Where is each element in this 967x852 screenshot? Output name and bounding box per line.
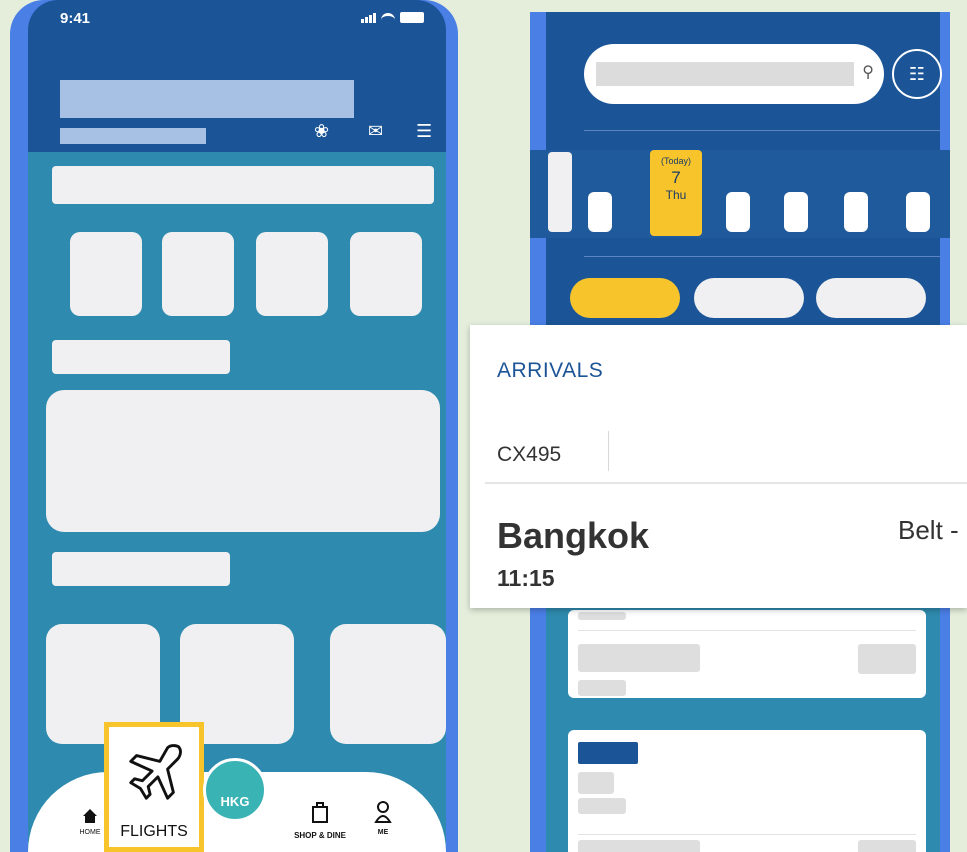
shortcut-tile[interactable] xyxy=(350,232,422,316)
card-status-placeholder xyxy=(858,840,916,852)
search-input-placeholder[interactable] xyxy=(596,62,854,86)
battery-icon xyxy=(400,12,424,23)
flight-number-separator xyxy=(608,431,609,471)
mail-icon[interactable]: ✉ xyxy=(368,122,383,140)
card-text-placeholder xyxy=(578,772,614,794)
nav-me[interactable]: ME xyxy=(366,800,400,836)
nav-flights-label: FLIGHTS xyxy=(120,823,188,840)
home-screen-phone: 9:41 ❀ ✉ ☰ HOME SHOP & DINE ME xyxy=(10,0,458,852)
today-label: (Today) xyxy=(660,156,691,166)
signal-icon xyxy=(361,13,376,23)
shortcut-tile[interactable] xyxy=(70,232,142,316)
date-strip-scroll-edge xyxy=(548,152,572,232)
flight-search-box[interactable]: ⚲ xyxy=(584,44,884,104)
tab-other[interactable] xyxy=(816,278,926,318)
shortcut-tile[interactable] xyxy=(256,232,328,316)
header-title-placeholder xyxy=(60,80,354,118)
card-text-placeholder xyxy=(578,680,626,696)
today-day: 7 xyxy=(671,168,681,187)
wifi-icon xyxy=(381,13,395,23)
card-text-placeholder xyxy=(578,644,700,672)
promo-card[interactable] xyxy=(330,624,446,744)
hkg-logo-label: HKG xyxy=(220,794,250,809)
card-text-placeholder xyxy=(578,612,626,620)
date-pill[interactable] xyxy=(844,192,868,232)
header-subtitle-placeholder xyxy=(60,128,206,144)
home-header: 9:41 ❀ ✉ ☰ xyxy=(28,0,446,152)
nav-shop-dine[interactable]: SHOP & DINE xyxy=(284,800,356,840)
arrival-time: 11:15 xyxy=(497,565,555,591)
section-heading-placeholder xyxy=(52,340,230,374)
date-strip: (Today) 7 Thu xyxy=(530,150,950,238)
date-divider xyxy=(584,256,940,257)
date-today[interactable]: (Today) 7 Thu xyxy=(650,150,702,236)
banner-card[interactable] xyxy=(46,390,440,532)
hkg-logo[interactable]: HKG xyxy=(203,758,267,822)
flight-card[interactable] xyxy=(568,610,926,698)
date-pill[interactable] xyxy=(726,192,750,232)
tag-icon[interactable]: ❀ xyxy=(314,122,329,140)
home-icon xyxy=(83,809,97,823)
card-status-placeholder xyxy=(858,644,916,674)
card-highlight-placeholder xyxy=(578,742,638,764)
flight-number: CX495 xyxy=(497,443,562,466)
tab-departures[interactable] xyxy=(694,278,804,318)
nav-flights-highlighted[interactable]: FLIGHTS xyxy=(104,722,204,852)
airplane-icon xyxy=(129,744,182,800)
arrival-flight-detail-card[interactable]: ARRIVALS CX495 Bangkok 11:15 Belt - xyxy=(470,325,967,608)
date-pill[interactable] xyxy=(588,192,612,232)
origin-city: Bangkok xyxy=(497,515,650,556)
nav-me-label: ME xyxy=(377,829,389,836)
baggage-belt: Belt - xyxy=(898,515,959,545)
search-icon[interactable]: ⚲ xyxy=(862,62,874,82)
date-pill[interactable] xyxy=(906,192,930,232)
tab-arrivals[interactable] xyxy=(570,278,680,318)
home-body xyxy=(28,152,446,852)
card-text-placeholder xyxy=(578,840,700,852)
header-divider xyxy=(584,130,940,131)
arrivals-title: ARRIVALS xyxy=(497,359,604,382)
card-divider xyxy=(578,630,916,631)
shortcut-tile[interactable] xyxy=(162,232,234,316)
today-weekday: Thu xyxy=(665,188,687,202)
detail-divider xyxy=(485,482,967,484)
flight-card[interactable] xyxy=(568,730,926,852)
person-icon xyxy=(374,801,392,823)
date-pill[interactable] xyxy=(784,192,808,232)
status-time: 9:41 xyxy=(60,10,91,27)
shopping-bag-icon xyxy=(312,802,328,823)
nav-shop-label: SHOP & DINE xyxy=(294,831,346,840)
search-placeholder[interactable] xyxy=(52,166,434,204)
menu-icon[interactable]: ☰ xyxy=(416,122,432,140)
status-icons xyxy=(361,12,424,23)
section-heading-placeholder xyxy=(52,552,230,586)
scan-icon[interactable]: ☷ xyxy=(892,49,942,99)
card-text-placeholder xyxy=(578,798,626,814)
card-divider xyxy=(578,834,916,835)
